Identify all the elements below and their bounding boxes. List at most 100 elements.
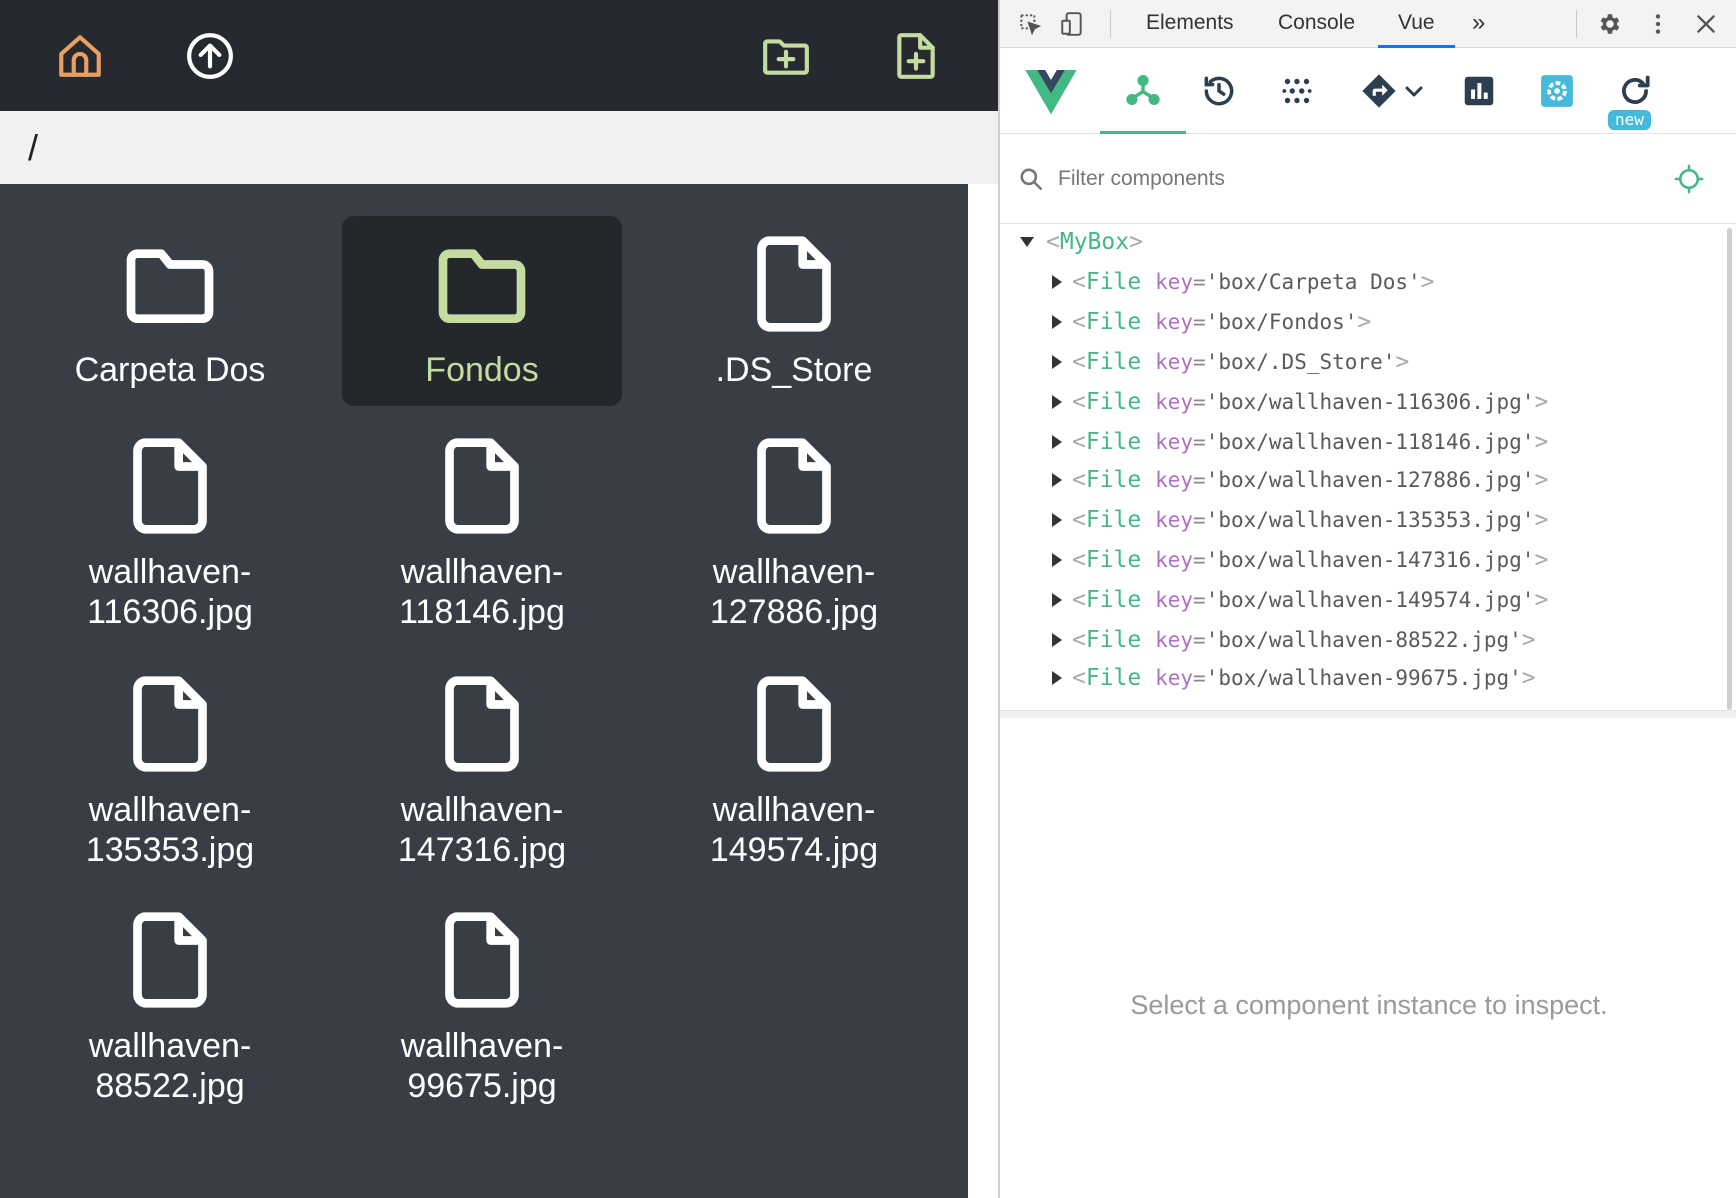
file-tile[interactable]: wallhaven- 149574.jpg xyxy=(654,656,934,892)
refresh-button[interactable] xyxy=(1592,48,1678,134)
expand-toggle-icon[interactable] xyxy=(1052,671,1062,685)
arrow-up-circle-icon xyxy=(187,33,233,79)
file-tile[interactable]: wallhaven- 116306.jpg xyxy=(30,418,310,654)
prop-key: key xyxy=(1155,508,1194,532)
expand-toggle-icon[interactable] xyxy=(1052,513,1062,527)
tree-row-file[interactable]: <File key='box/wallhaven-99675.jpg'> xyxy=(1000,660,1726,696)
home-button[interactable] xyxy=(52,28,108,84)
performance-tab-button[interactable] xyxy=(1436,48,1522,134)
file-name-line: Carpeta Dos xyxy=(74,351,266,389)
plugin-settings-button[interactable] xyxy=(1514,48,1600,134)
file-tile[interactable]: wallhaven- 88522.jpg xyxy=(30,892,310,1128)
prop-key: key xyxy=(1155,270,1194,294)
tree-root-mybox[interactable]: <MyBox> xyxy=(1000,224,1726,260)
tree-node-text: <File key='box/wallhaven-135353.jpg'> xyxy=(1072,502,1548,538)
file-tile[interactable]: wallhaven- 147316.jpg xyxy=(342,656,622,892)
tree-row-file[interactable]: <File key='box/wallhaven-118146.jpg'> xyxy=(1000,424,1726,460)
prop-key: key xyxy=(1155,430,1194,454)
search-icon xyxy=(1020,168,1043,191)
tab-elements[interactable]: Elements xyxy=(1146,0,1234,48)
tag-bracket: < xyxy=(1046,229,1060,255)
component-tag-name: File xyxy=(1085,309,1142,335)
select-component-target-icon[interactable] xyxy=(1674,164,1704,194)
tree-scrollbar[interactable] xyxy=(1727,228,1732,710)
tag-bracket: > xyxy=(1534,507,1549,533)
file-name-line: wallhaven- xyxy=(712,791,876,829)
tree-row-file[interactable]: <File key='box/wallhaven-116306.jpg'> xyxy=(1000,384,1726,420)
file-name-label: wallhaven- 99675.jpg xyxy=(342,1026,622,1106)
tag-bracket: > xyxy=(1534,389,1549,415)
tree-row-file[interactable]: <File key='box/.DS_Store'> xyxy=(1000,344,1726,380)
file-name-line: wallhaven- xyxy=(400,1027,564,1065)
vuex-tab-button[interactable] xyxy=(1254,48,1340,134)
tree-node-text: <File key='box/.DS_Store'> xyxy=(1072,344,1409,380)
expand-toggle-icon[interactable] xyxy=(1052,473,1062,487)
folder-tile[interactable]: Carpeta Dos xyxy=(30,216,310,406)
path-breadcrumb: / xyxy=(0,111,998,184)
expand-toggle-icon[interactable] xyxy=(1052,395,1062,409)
tree-row-file[interactable]: <File key='box/wallhaven-135353.jpg'> xyxy=(1000,502,1726,538)
timeline-icon xyxy=(1204,76,1234,106)
file-name-line: 118146.jpg xyxy=(399,593,565,631)
folder-tile[interactable]: Fondos xyxy=(342,216,622,406)
timeline-tab-button[interactable] xyxy=(1176,48,1262,134)
inspect-element-button[interactable] xyxy=(1014,8,1046,40)
more-tabs-button[interactable]: » xyxy=(1472,0,1485,48)
devtools-panel: Elements Console Vue » new Filter compon… xyxy=(998,0,1736,1198)
component-tree: <MyBox> <File key='box/Carpeta Dos'> <File… xyxy=(1000,224,1726,710)
expand-toggle-icon[interactable] xyxy=(1052,633,1062,647)
router-icon xyxy=(1362,74,1396,108)
tree-row-file[interactable]: <File key='box/wallhaven-147316.jpg'> xyxy=(1000,542,1726,578)
expand-toggle-icon[interactable] xyxy=(1052,275,1062,289)
new-file-button[interactable] xyxy=(888,28,944,84)
tab-console[interactable]: Console xyxy=(1278,0,1355,48)
file-icon xyxy=(757,676,831,772)
tag-bracket: < xyxy=(1072,309,1086,335)
file-tile[interactable]: .DS_Store xyxy=(654,216,934,406)
tree-row-file[interactable]: <File key='box/wallhaven-88522.jpg'> xyxy=(1000,622,1726,658)
router-tab-button[interactable] xyxy=(1340,48,1446,134)
file-tile[interactable]: wallhaven- 127886.jpg xyxy=(654,418,934,654)
expand-toggle-icon[interactable] xyxy=(1052,553,1062,567)
device-toolbar-button[interactable] xyxy=(1056,8,1088,40)
prop-equals: = xyxy=(1193,270,1206,294)
file-tile[interactable]: wallhaven- 118146.jpg xyxy=(342,418,622,654)
tree-row-file[interactable]: <File key='box/wallhaven-127886.jpg'> xyxy=(1000,462,1726,498)
tag-bracket: < xyxy=(1072,627,1086,653)
tree-row-file[interactable]: <File key='box/Fondos'> xyxy=(1000,304,1726,340)
more-options-button[interactable] xyxy=(1642,8,1674,40)
component-tag-name: File xyxy=(1085,467,1142,493)
file-name-line: 127886.jpg xyxy=(709,593,879,631)
tree-row-file[interactable]: <File key='box/Carpeta Dos'> xyxy=(1000,264,1726,300)
vue-toolbar: new xyxy=(1000,48,1736,134)
prop-equals: = xyxy=(1193,430,1206,454)
new-folder-button[interactable] xyxy=(758,28,814,84)
tree-node-text: <File key='box/wallhaven-118146.jpg'> xyxy=(1072,424,1548,460)
file-plus-icon xyxy=(897,33,935,79)
file-name-label: Carpeta Dos xyxy=(30,350,310,390)
file-name-line: wallhaven- xyxy=(88,553,252,591)
expand-toggle-icon[interactable] xyxy=(1020,237,1034,247)
settings-button[interactable] xyxy=(1594,8,1626,40)
file-name-line: 147316.jpg xyxy=(397,831,567,869)
file-name-line: wallhaven- xyxy=(400,791,564,829)
prop-value: 'box/Carpeta Dos' xyxy=(1205,270,1421,294)
filter-components-input[interactable] xyxy=(1058,160,1618,198)
tag-bracket: > xyxy=(1534,587,1549,613)
file-tile[interactable]: wallhaven- 99675.jpg xyxy=(342,892,622,1128)
expand-toggle-icon[interactable] xyxy=(1052,593,1062,607)
go-up-button[interactable] xyxy=(182,28,238,84)
tree-row-file[interactable]: <File key='box/wallhaven-149574.jpg'> xyxy=(1000,582,1726,618)
expand-toggle-icon[interactable] xyxy=(1052,315,1062,329)
tab-vue[interactable]: Vue xyxy=(1378,0,1455,48)
file-tile[interactable]: wallhaven- 135353.jpg xyxy=(30,656,310,892)
expand-toggle-icon[interactable] xyxy=(1052,435,1062,449)
expand-toggle-icon[interactable] xyxy=(1052,355,1062,369)
components-tab-button[interactable] xyxy=(1100,48,1186,134)
close-devtools-button[interactable] xyxy=(1690,8,1722,40)
